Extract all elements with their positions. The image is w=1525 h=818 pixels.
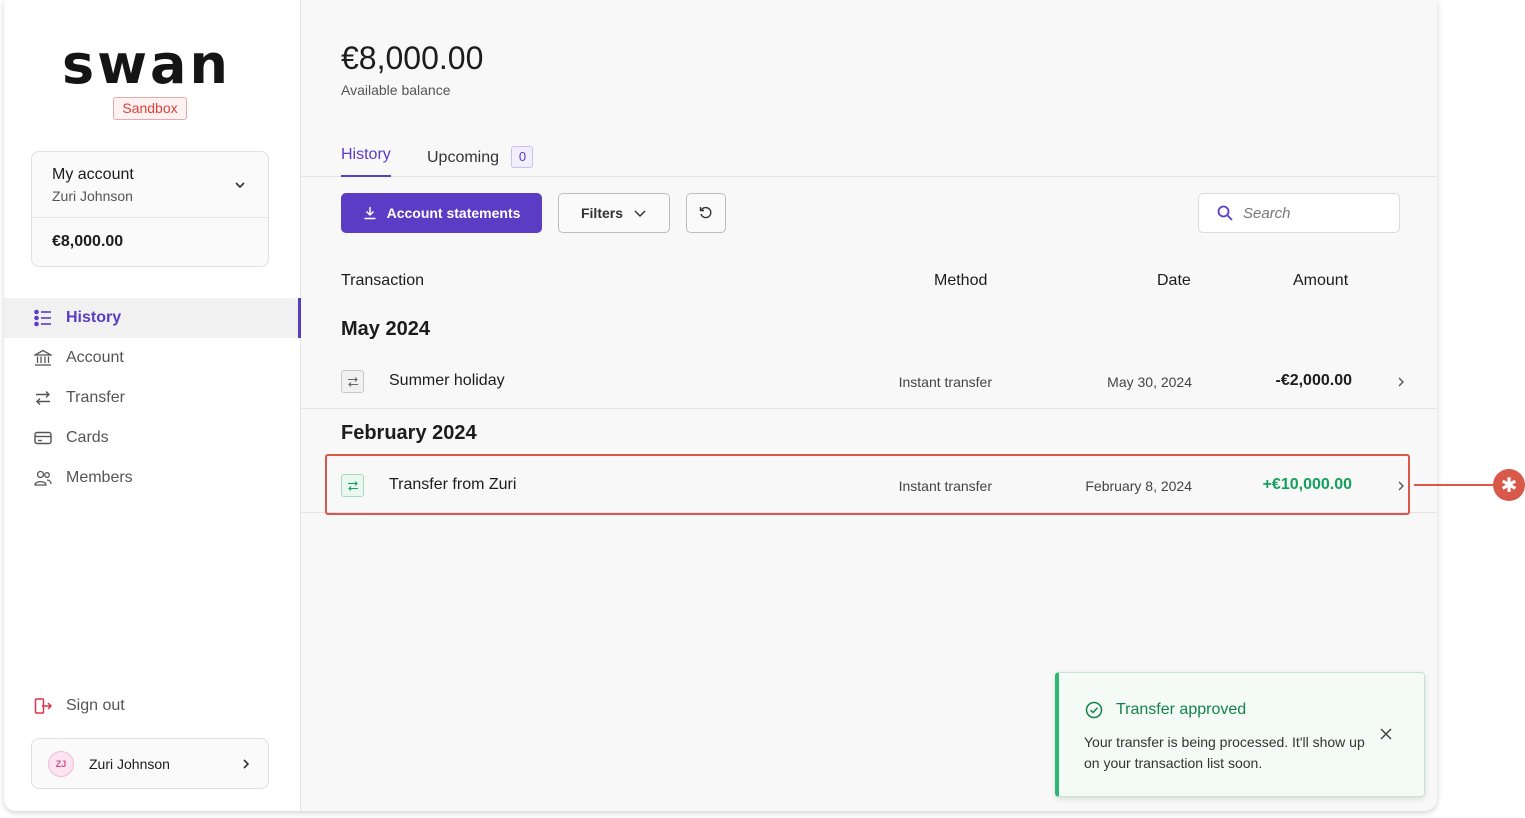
tab-bar: History Upcoming 0 [301, 140, 1437, 177]
sign-out-label: Sign out [66, 697, 125, 714]
members-icon [34, 470, 52, 486]
transaction-date: May 30, 2024 [1107, 374, 1192, 390]
sandbox-badge: Sandbox [113, 97, 187, 120]
chevron-right-icon [1398, 377, 1404, 387]
sidebar-item-label: Transfer [66, 389, 125, 406]
available-balance-label: Available balance [341, 82, 451, 98]
check-circle-icon [1085, 701, 1103, 719]
group-heading: February 2024 [341, 422, 477, 444]
sidebar-item-transfer[interactable]: Transfer [4, 378, 301, 418]
sidebar-item-history[interactable]: History [4, 298, 301, 338]
account-balance: €8,000.00 [52, 233, 124, 250]
card-icon [34, 431, 52, 445]
account-statements-button[interactable]: Account statements [341, 193, 542, 233]
tab-label: History [341, 146, 391, 163]
sidebar-item-cards[interactable]: Cards [4, 418, 301, 458]
sidebar-nav: History Account Transfer Cards Members [4, 298, 301, 498]
filters-label: Filters [580, 205, 623, 221]
close-icon[interactable] [1379, 727, 1393, 741]
chevron-right-icon [243, 759, 250, 769]
transaction-amount: -€2,000.00 [1275, 372, 1352, 389]
bank-icon [34, 349, 52, 366]
sidebar-item-label: Members [66, 469, 133, 486]
group-heading: May 2024 [341, 318, 430, 340]
toast-message: Your transfer is being processed. It'll … [1084, 734, 1365, 771]
account-selector-header[interactable]: My account Zuri Johnson [32, 152, 268, 218]
transaction-type-badge [341, 370, 364, 393]
chevron-down-icon[interactable] [234, 179, 246, 191]
sidebar-item-members[interactable]: Members [4, 458, 301, 498]
transfer-arrows-icon [36, 391, 50, 405]
column-header-transaction: Transaction [341, 272, 424, 289]
account-name: My account [52, 166, 134, 183]
download-icon [364, 207, 376, 220]
sidebar-item-label: Account [66, 349, 124, 366]
sign-out-link[interactable]: Sign out [34, 697, 125, 715]
group-divider [301, 408, 1437, 409]
sidebar-item-label: History [66, 309, 122, 326]
list-icon [34, 309, 51, 327]
transaction-method: Instant transfer [898, 374, 992, 390]
search-input[interactable] [1243, 204, 1383, 222]
sign-out-icon [34, 698, 52, 714]
upcoming-count-badge: 0 [511, 146, 534, 168]
column-header-amount: Amount [1293, 272, 1349, 289]
tab-history[interactable]: History [341, 146, 391, 177]
search-icon [1217, 205, 1233, 221]
sidebar-item-account[interactable]: Account [4, 338, 301, 378]
annotation-marker: ✱ [1493, 469, 1525, 501]
success-toast: Transfer approved Your transfer is being… [1055, 672, 1425, 797]
account-selector[interactable]: My account Zuri Johnson €8,000.00 [31, 151, 269, 267]
user-profile-card[interactable]: ZJ Zuri Johnson [31, 738, 269, 789]
refresh-icon [699, 206, 712, 219]
annotation-highlight-box [325, 454, 1410, 515]
chevron-down-icon [634, 210, 646, 218]
sidebar-item-label: Cards [66, 429, 109, 446]
column-header-date: Date [1157, 272, 1191, 289]
transaction-name: Summer holiday [389, 372, 505, 389]
table-row[interactable]: Summer holiday Instant transfer May 30, … [301, 356, 1437, 408]
account-holder: Zuri Johnson [52, 188, 133, 204]
tab-label: Upcoming [427, 149, 500, 166]
tab-upcoming[interactable]: Upcoming 0 [427, 146, 534, 177]
filters-button[interactable]: Filters [558, 193, 670, 233]
search-box[interactable] [1198, 193, 1400, 233]
user-name: Zuri Johnson [89, 755, 170, 772]
toast-title: Transfer approved [1116, 701, 1247, 718]
transfer-arrows-icon [347, 376, 358, 387]
sidebar: swan Sandbox My account Zuri Johnson €8,… [4, 0, 301, 811]
refresh-button[interactable] [686, 193, 726, 233]
annotation-connector [1414, 484, 1494, 486]
account-statements-label: Account statements [386, 205, 521, 221]
avatar: ZJ [48, 750, 74, 777]
column-header-method: Method [934, 272, 988, 289]
swan-logo: swan [62, 33, 231, 96]
available-balance-amount: €8,000.00 [341, 40, 484, 76]
